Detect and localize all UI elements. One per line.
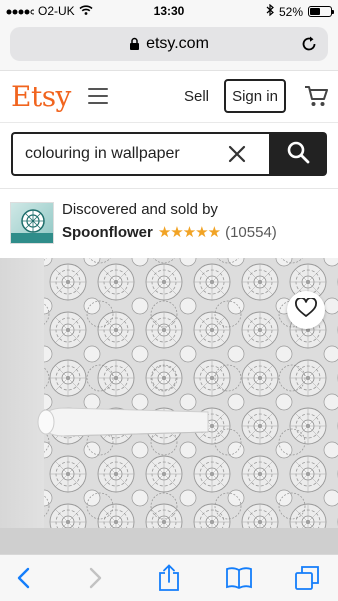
bluetooth-icon bbox=[266, 3, 274, 19]
etsy-logo[interactable]: Etsy bbox=[11, 80, 71, 113]
cart-icon[interactable] bbox=[304, 84, 328, 113]
lock-icon bbox=[129, 37, 140, 51]
heart-icon bbox=[295, 296, 317, 323]
shop-name[interactable]: Spoonflower bbox=[62, 224, 153, 241]
product-image[interactable] bbox=[0, 258, 338, 554]
forward-icon[interactable] bbox=[81, 563, 111, 593]
browser-toolbar bbox=[0, 554, 338, 601]
sell-link[interactable]: Sell bbox=[184, 88, 209, 105]
search-row: colouring in wallpaper bbox=[11, 132, 327, 176]
url-text: etsy.com bbox=[146, 35, 209, 52]
battery-fill bbox=[310, 8, 320, 15]
back-icon[interactable] bbox=[8, 563, 38, 593]
favorite-button[interactable] bbox=[287, 291, 325, 329]
search-button[interactable] bbox=[269, 132, 327, 176]
status-bar: O2-UK 13:30 52% bbox=[0, 0, 338, 22]
sign-in-button[interactable]: Sign in bbox=[224, 79, 286, 113]
plain-wall bbox=[0, 258, 48, 528]
status-right: 52% bbox=[266, 3, 334, 19]
battery-icon bbox=[308, 6, 334, 17]
battery-percent: 52% bbox=[278, 4, 303, 19]
shop-thumbnail[interactable] bbox=[10, 202, 54, 244]
bookmarks-icon[interactable] bbox=[224, 563, 254, 593]
seller-info: Discovered and sold by Spoonflower ★★★★★… bbox=[0, 198, 338, 250]
search-icon bbox=[286, 140, 310, 169]
review-count: (10554) bbox=[225, 223, 277, 241]
seller-line: Spoonflower ★★★★★ (10554) bbox=[62, 223, 277, 242]
rating-stars: ★★★★★ bbox=[157, 224, 221, 241]
menu-icon[interactable] bbox=[88, 88, 108, 106]
floor bbox=[0, 528, 338, 554]
divider bbox=[0, 188, 338, 189]
seller-intro: Discovered and sold by bbox=[62, 201, 218, 218]
site-header: Etsy Sell Sign in bbox=[0, 72, 338, 123]
reload-icon[interactable] bbox=[300, 35, 318, 58]
share-icon[interactable] bbox=[154, 563, 184, 593]
tabs-icon[interactable] bbox=[292, 563, 322, 593]
address-bar[interactable]: etsy.com bbox=[10, 27, 328, 61]
paper-roll bbox=[37, 407, 209, 437]
browser-chrome: etsy.com bbox=[0, 22, 338, 71]
clear-icon[interactable] bbox=[227, 144, 247, 169]
